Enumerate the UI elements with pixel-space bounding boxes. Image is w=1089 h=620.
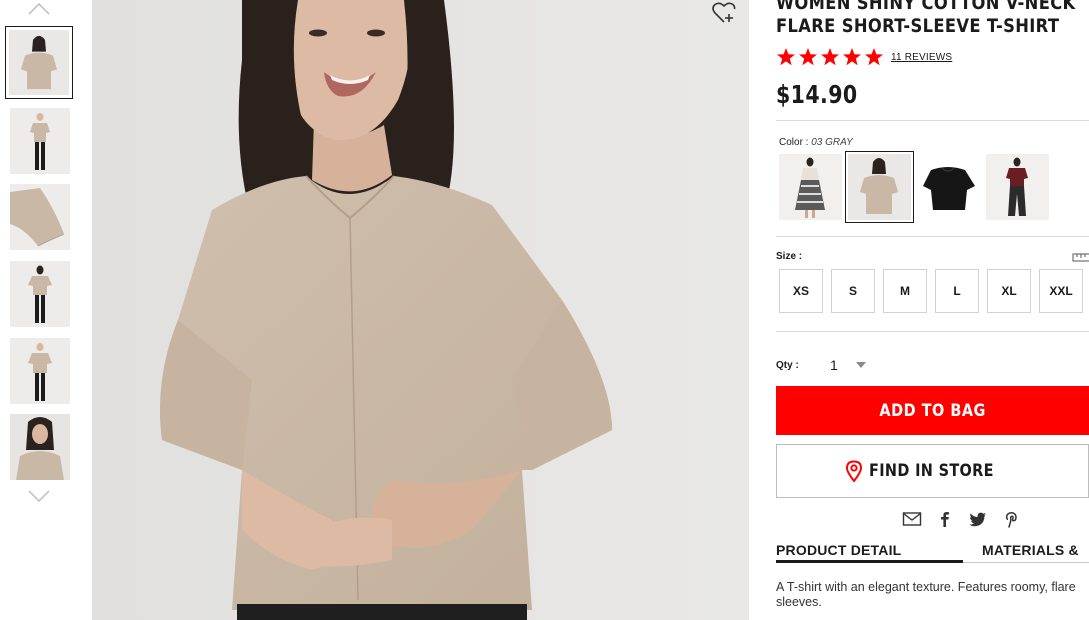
add-to-bag-label: ADD TO BAG (879, 400, 986, 421)
share-links (902, 510, 1021, 528)
color-swatches (779, 151, 1049, 223)
color-label-text: Color : (779, 137, 809, 148)
size-xs-button[interactable]: XS (779, 269, 823, 313)
quantity-value: 1 (830, 357, 838, 373)
size-xl-button[interactable]: XL (987, 269, 1031, 313)
rating: 11 REVIEWS (776, 46, 952, 68)
selected-color-name: 03 GRAY (811, 137, 853, 148)
color-swatch-1[interactable] (779, 154, 842, 220)
size-s-button[interactable]: S (831, 269, 875, 313)
size-options: XS S M L XL XXL (779, 269, 1083, 313)
twitter-icon[interactable] (968, 510, 988, 528)
divider (776, 331, 1089, 332)
pinterest-icon[interactable] (1001, 510, 1021, 528)
location-pin-icon (846, 460, 863, 482)
star-icon (799, 48, 817, 66)
tab-baseline (963, 562, 1089, 563)
rating-stars (776, 47, 884, 67)
product-title: WOMEN SHINY COTTON V-NECK FLARE SHORT-SL… (776, 0, 1089, 38)
product-page: WOMEN SHINY COTTON V-NECK FLARE SHORT-SL… (0, 0, 1089, 620)
main-product-image[interactable] (92, 0, 749, 620)
size-xxl-button[interactable]: XXL (1039, 269, 1083, 313)
tab-materials[interactable]: MATERIALS & (982, 542, 1079, 558)
tab-product-detail[interactable]: PRODUCT DETAIL (776, 542, 901, 558)
product-info-tabs: PRODUCT DETAIL MATERIALS & (776, 542, 1089, 566)
chevron-up-icon[interactable] (25, 0, 53, 18)
color-label: Color : 03 GRAY (779, 137, 853, 148)
product-title-line-1: WOMEN SHINY COTTON V-NECK (776, 0, 1076, 14)
divider (776, 236, 1089, 237)
thumbnail-4[interactable] (10, 261, 70, 327)
active-tab-underline (776, 560, 963, 563)
product-price: $14.90 (776, 80, 858, 109)
reviews-link[interactable]: 11 REVIEWS (891, 52, 952, 63)
find-in-store-label: FIND IN STORE (869, 461, 994, 481)
find-in-store-button[interactable]: FIND IN STORE (776, 444, 1089, 498)
caret-down-icon (856, 362, 866, 368)
quantity-select[interactable]: 1 (830, 354, 880, 376)
thumbnail-6[interactable] (10, 414, 70, 480)
thumbnail-rail (0, 0, 80, 620)
product-description: A T-shirt with an elegant texture. Featu… (776, 580, 1076, 609)
thumbnail-2[interactable] (10, 108, 70, 174)
star-icon (821, 48, 839, 66)
chevron-down-icon[interactable] (25, 487, 53, 505)
ruler-icon[interactable] (1072, 251, 1089, 263)
product-title-line-2: FLARE SHORT-SLEEVE T-SHIRT (776, 15, 1060, 37)
size-m-button[interactable]: M (883, 269, 927, 313)
color-swatch-4[interactable] (986, 154, 1049, 220)
size-label: Size : (776, 251, 803, 262)
facebook-icon[interactable] (935, 510, 955, 528)
product-info-panel: WOMEN SHINY COTTON V-NECK FLARE SHORT-SL… (776, 0, 1089, 620)
size-l-button[interactable]: L (935, 269, 979, 313)
star-icon (843, 48, 861, 66)
divider (776, 120, 1089, 121)
thumbnail-5[interactable] (10, 338, 70, 404)
color-swatch-3[interactable] (917, 154, 980, 220)
quantity-label: Qty : (776, 360, 799, 371)
heart-plus-icon[interactable] (711, 1, 737, 25)
thumbnail-3[interactable] (10, 184, 70, 250)
star-icon (777, 48, 795, 66)
add-to-bag-button[interactable]: ADD TO BAG (776, 386, 1089, 435)
thumbnail-1[interactable] (5, 26, 73, 99)
star-icon (865, 48, 883, 66)
color-swatch-2-selected[interactable] (845, 151, 914, 223)
mail-icon[interactable] (902, 510, 922, 528)
